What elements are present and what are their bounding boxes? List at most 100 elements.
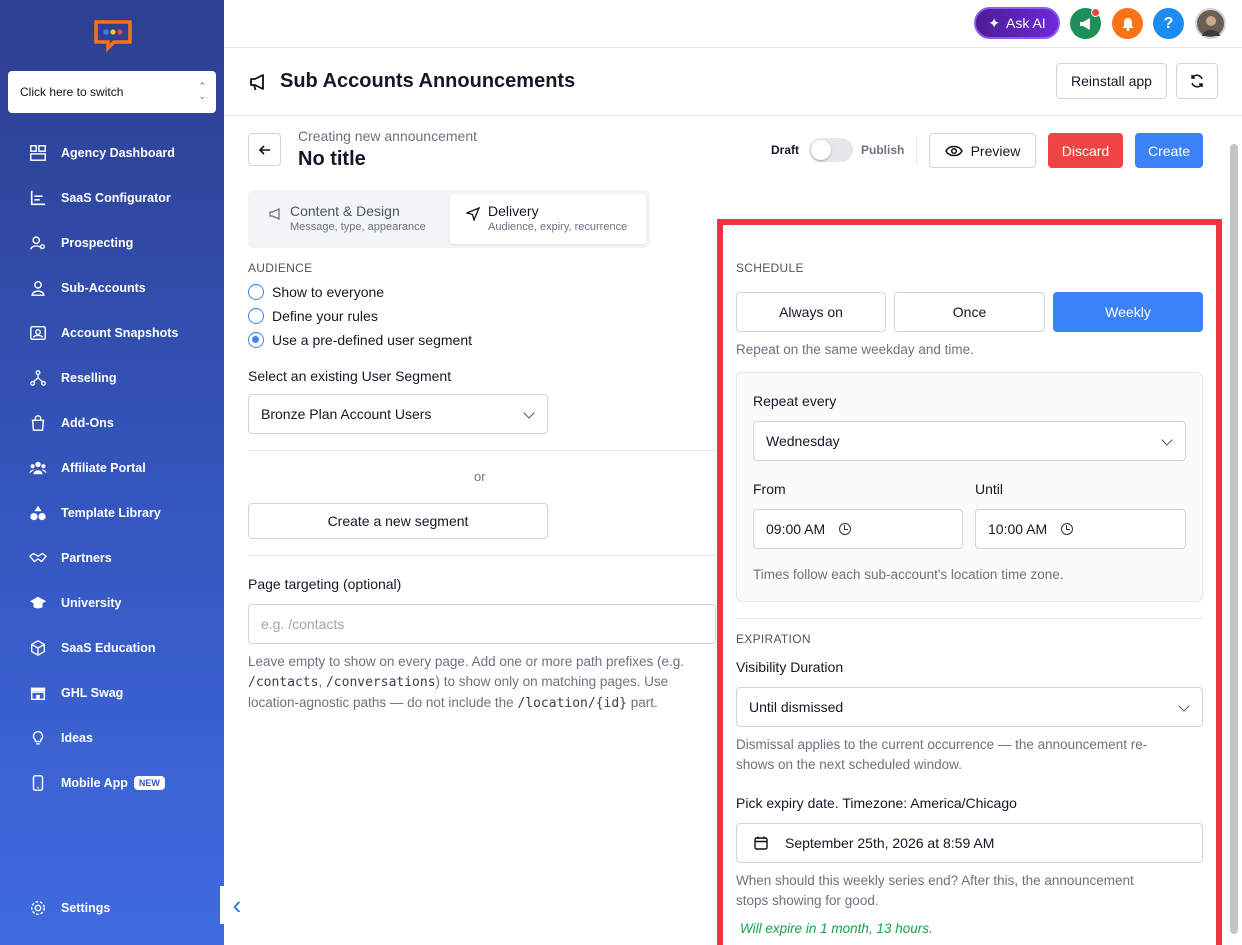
user-avatar[interactable] bbox=[1195, 8, 1226, 39]
shapes-icon bbox=[28, 503, 48, 523]
tab-title: Content & Design bbox=[290, 203, 400, 219]
tab-delivery[interactable]: Delivery Audience, expiry, recurrence bbox=[450, 194, 646, 244]
chevron-down-icon bbox=[523, 407, 535, 419]
sidebar-item-partners[interactable]: Partners bbox=[0, 540, 224, 576]
sidebar-item-label: Template Library bbox=[61, 506, 161, 520]
sidebar-item-template-library[interactable]: Template Library bbox=[0, 495, 224, 531]
reinstall-app-button[interactable]: Reinstall app bbox=[1056, 63, 1167, 99]
create-segment-button[interactable]: Create a new segment bbox=[248, 503, 548, 539]
dashboard-icon bbox=[28, 143, 48, 163]
radio-user-segment[interactable]: Use a pre-defined user segment bbox=[248, 332, 472, 348]
radio-button[interactable] bbox=[248, 284, 264, 300]
sidebar-item-label: SaaS Education bbox=[61, 641, 156, 655]
sidebar-item-account-snapshots[interactable]: Account Snapshots bbox=[0, 315, 224, 351]
segment-label: Select an existing User Segment bbox=[248, 368, 452, 384]
sidebar-item-ghl-swag[interactable]: GHL Swag bbox=[0, 675, 224, 711]
expiration-heading: EXPIRATION bbox=[736, 632, 811, 646]
sidebar-item-affiliate-portal[interactable]: Affiliate Portal bbox=[0, 450, 224, 486]
ask-ai-button[interactable]: ✦ Ask AI bbox=[974, 7, 1060, 39]
timezone-note: Times follow each sub-account's location… bbox=[753, 567, 1064, 582]
sidebar-item-university[interactable]: University bbox=[0, 585, 224, 621]
radio-show-everyone[interactable]: Show to everyone bbox=[248, 284, 384, 300]
or-separator: or bbox=[474, 469, 486, 484]
sidebar-item-label: Mobile App bbox=[61, 776, 128, 790]
visibility-duration-select[interactable]: Until dismissed bbox=[736, 687, 1203, 727]
sparkle-icon: ✦ bbox=[988, 14, 1001, 31]
page-targeting-label: Page targeting (optional) bbox=[248, 576, 402, 592]
sidebar-item-reselling[interactable]: Reselling bbox=[0, 360, 224, 396]
editor-subtitle: Creating new announcement bbox=[298, 128, 478, 144]
tab-subtitle: Message, type, appearance bbox=[290, 221, 426, 233]
preview-button[interactable]: Preview bbox=[929, 133, 1036, 168]
radio-define-rules[interactable]: Define your rules bbox=[248, 308, 378, 324]
chevron-down-icon bbox=[1161, 434, 1173, 446]
sidebar-item-label: SaaS Configurator bbox=[61, 191, 171, 205]
from-time-input[interactable]: 09:00 AM bbox=[753, 509, 963, 549]
duration-value: Until dismissed bbox=[749, 699, 844, 715]
segment-select[interactable]: Bronze Plan Account Users bbox=[248, 394, 548, 434]
schedule-description: Repeat on the same weekday and time. bbox=[736, 342, 974, 357]
time-value: 10:00 AM bbox=[988, 521, 1048, 537]
network-icon bbox=[28, 368, 48, 388]
segment-value: Bronze Plan Account Users bbox=[261, 406, 432, 422]
refresh-button[interactable] bbox=[1176, 63, 1218, 99]
expiry-date-picker[interactable]: September 25th, 2026 at 8:59 AM bbox=[736, 823, 1203, 863]
sidebar-item-saas-configurator[interactable]: SaaS Configurator bbox=[0, 180, 224, 216]
app-logo[interactable] bbox=[92, 18, 134, 53]
notifications-button[interactable] bbox=[1112, 8, 1143, 39]
page-targeting-input[interactable]: e.g. /contacts bbox=[248, 604, 716, 644]
schedule-weekly-button[interactable]: Weekly bbox=[1053, 292, 1203, 332]
repeat-weekday-select[interactable]: Wednesday bbox=[753, 421, 1186, 461]
scrollbar-thumb[interactable] bbox=[1230, 144, 1238, 934]
refresh-icon bbox=[1191, 74, 1203, 88]
back-button[interactable] bbox=[248, 133, 281, 166]
clock-icon[interactable] bbox=[1061, 523, 1074, 535]
top-bar: ✦ Ask AI ? bbox=[224, 0, 1242, 48]
sidebar-item-ideas[interactable]: Ideas bbox=[0, 720, 224, 756]
arrow-left-icon bbox=[258, 144, 270, 155]
discard-button[interactable]: Discard bbox=[1048, 133, 1123, 168]
radio-button[interactable] bbox=[248, 308, 264, 324]
scrollbar[interactable] bbox=[1229, 120, 1239, 942]
send-icon bbox=[466, 207, 480, 221]
help-icon: ? bbox=[1163, 14, 1174, 32]
create-button[interactable]: Create bbox=[1135, 133, 1203, 168]
eye-icon bbox=[944, 145, 963, 156]
dismissal-note: Dismissal applies to the current occurre… bbox=[736, 735, 1206, 775]
series-end-note: When should this weekly series end? Afte… bbox=[736, 871, 1206, 911]
help-text: When should this weekly series end? Afte… bbox=[736, 873, 1134, 888]
until-time-input[interactable]: 10:00 AM bbox=[975, 509, 1186, 549]
chevron-down-icon bbox=[1178, 700, 1190, 712]
page-header: Sub Accounts Announcements Reinstall app bbox=[224, 48, 1242, 116]
help-text: stops showing for good. bbox=[736, 893, 879, 908]
schedule-always-on-button[interactable]: Always on bbox=[736, 292, 886, 332]
sidebar-item-sub-accounts[interactable]: Sub-Accounts bbox=[0, 270, 224, 306]
publish-toggle[interactable] bbox=[809, 138, 853, 162]
tab-content-design[interactable]: Content & Design Message, type, appearan… bbox=[268, 194, 448, 244]
collapse-sidebar-chevron-icon[interactable]: ‹ bbox=[220, 886, 254, 924]
megaphone-icon bbox=[269, 207, 280, 221]
person-search-icon bbox=[28, 233, 48, 253]
until-label: Until bbox=[975, 481, 1004, 497]
gear-icon bbox=[28, 898, 48, 918]
account-switcher[interactable]: Click here to switch ⌃ ⌄ bbox=[8, 71, 216, 113]
announcements-megaphone-button[interactable] bbox=[1070, 8, 1101, 39]
time-value: 09:00 AM bbox=[766, 521, 826, 537]
new-badge: NEW bbox=[133, 776, 165, 790]
help-button[interactable]: ? bbox=[1153, 8, 1184, 39]
sidebar-item-saas-education[interactable]: SaaS Education bbox=[0, 630, 224, 666]
sidebar-item-settings[interactable]: Settings bbox=[0, 890, 224, 926]
divider bbox=[248, 555, 716, 556]
preview-label: Preview bbox=[970, 142, 1021, 159]
radio-button-selected[interactable] bbox=[248, 332, 264, 348]
sidebar-item-label: Settings bbox=[61, 901, 111, 915]
sidebar-item-prospecting[interactable]: Prospecting bbox=[0, 225, 224, 261]
help-text: part. bbox=[630, 695, 658, 710]
schedule-once-button[interactable]: Once bbox=[894, 292, 1045, 332]
publish-label: Publish bbox=[861, 143, 905, 157]
code-snippet: /contacts bbox=[248, 675, 319, 690]
clock-icon[interactable] bbox=[839, 523, 852, 535]
sidebar-item-add-ons[interactable]: Add-Ons bbox=[0, 405, 224, 441]
sidebar-item-agency-dashboard[interactable]: Agency Dashboard bbox=[0, 135, 224, 171]
sidebar-item-mobile-app[interactable]: Mobile App NEW bbox=[0, 765, 224, 801]
